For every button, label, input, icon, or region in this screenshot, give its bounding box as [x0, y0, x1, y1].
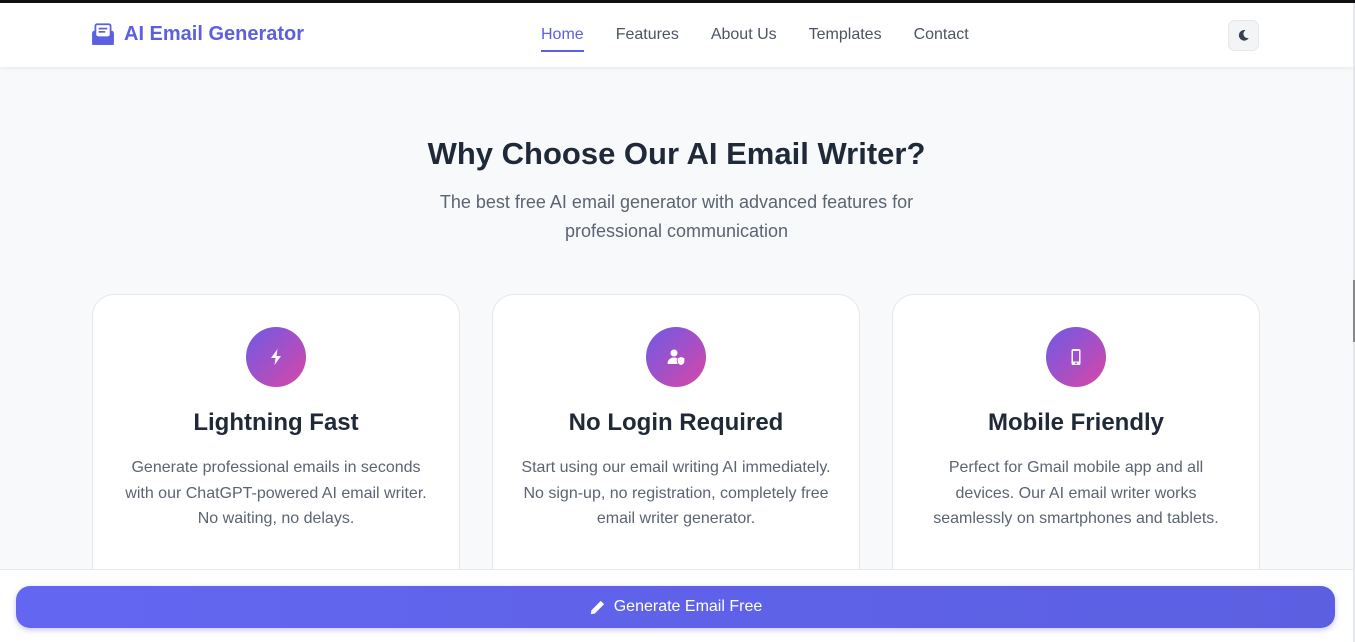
feature-title: No Login Required — [568, 409, 784, 436]
nav-contact[interactable]: Contact — [914, 20, 969, 50]
nav-home[interactable]: Home — [541, 20, 584, 52]
pencil-icon — [590, 600, 604, 614]
generate-email-button[interactable]: Generate Email Free — [16, 586, 1335, 628]
nav-templates[interactable]: Templates — [809, 20, 882, 50]
main-nav: Home Features About Us Templates Contact — [541, 3, 969, 67]
feature-title: Mobile Friendly — [987, 409, 1164, 436]
envelope-open-text-icon — [92, 23, 114, 45]
feature-icon-badge — [246, 327, 306, 387]
nav-features[interactable]: Features — [616, 20, 679, 50]
section-title: Why Choose Our AI Email Writer? — [427, 136, 926, 171]
theme-toggle-button[interactable] — [1228, 20, 1259, 51]
lightning-bolt-icon — [271, 349, 281, 365]
feature-description: Start using our email writing AI immedia… — [521, 459, 831, 527]
site-header: AI Email Generator Home Features About U… — [0, 3, 1353, 67]
feature-icon-badge — [1046, 327, 1106, 387]
feature-card-no-login: No Login Required Start using our email … — [492, 294, 860, 594]
mobile-phone-icon — [1071, 349, 1081, 365]
feature-description: Generate professional emails in seconds … — [125, 459, 427, 527]
feature-title: Lightning Fast — [193, 409, 359, 436]
user-shield-icon — [667, 349, 686, 366]
feature-icon-badge — [646, 327, 706, 387]
feature-card-mobile-friendly: Mobile Friendly Perfect for Gmail mobile… — [892, 294, 1260, 594]
section-subtitle: The best free AI email generator with ad… — [439, 192, 914, 241]
brand-name: AI Email Generator — [124, 22, 305, 45]
feature-description: Perfect for Gmail mobile app and all dev… — [933, 459, 1219, 527]
generate-email-label: Generate Email Free — [613, 598, 763, 615]
moon-icon — [1238, 30, 1249, 41]
brand-logo-link[interactable]: AI Email Generator — [90, 21, 304, 47]
feature-card-lightning-fast: Lightning Fast Generate professional ema… — [92, 294, 460, 594]
nav-about-us[interactable]: About Us — [711, 20, 777, 50]
